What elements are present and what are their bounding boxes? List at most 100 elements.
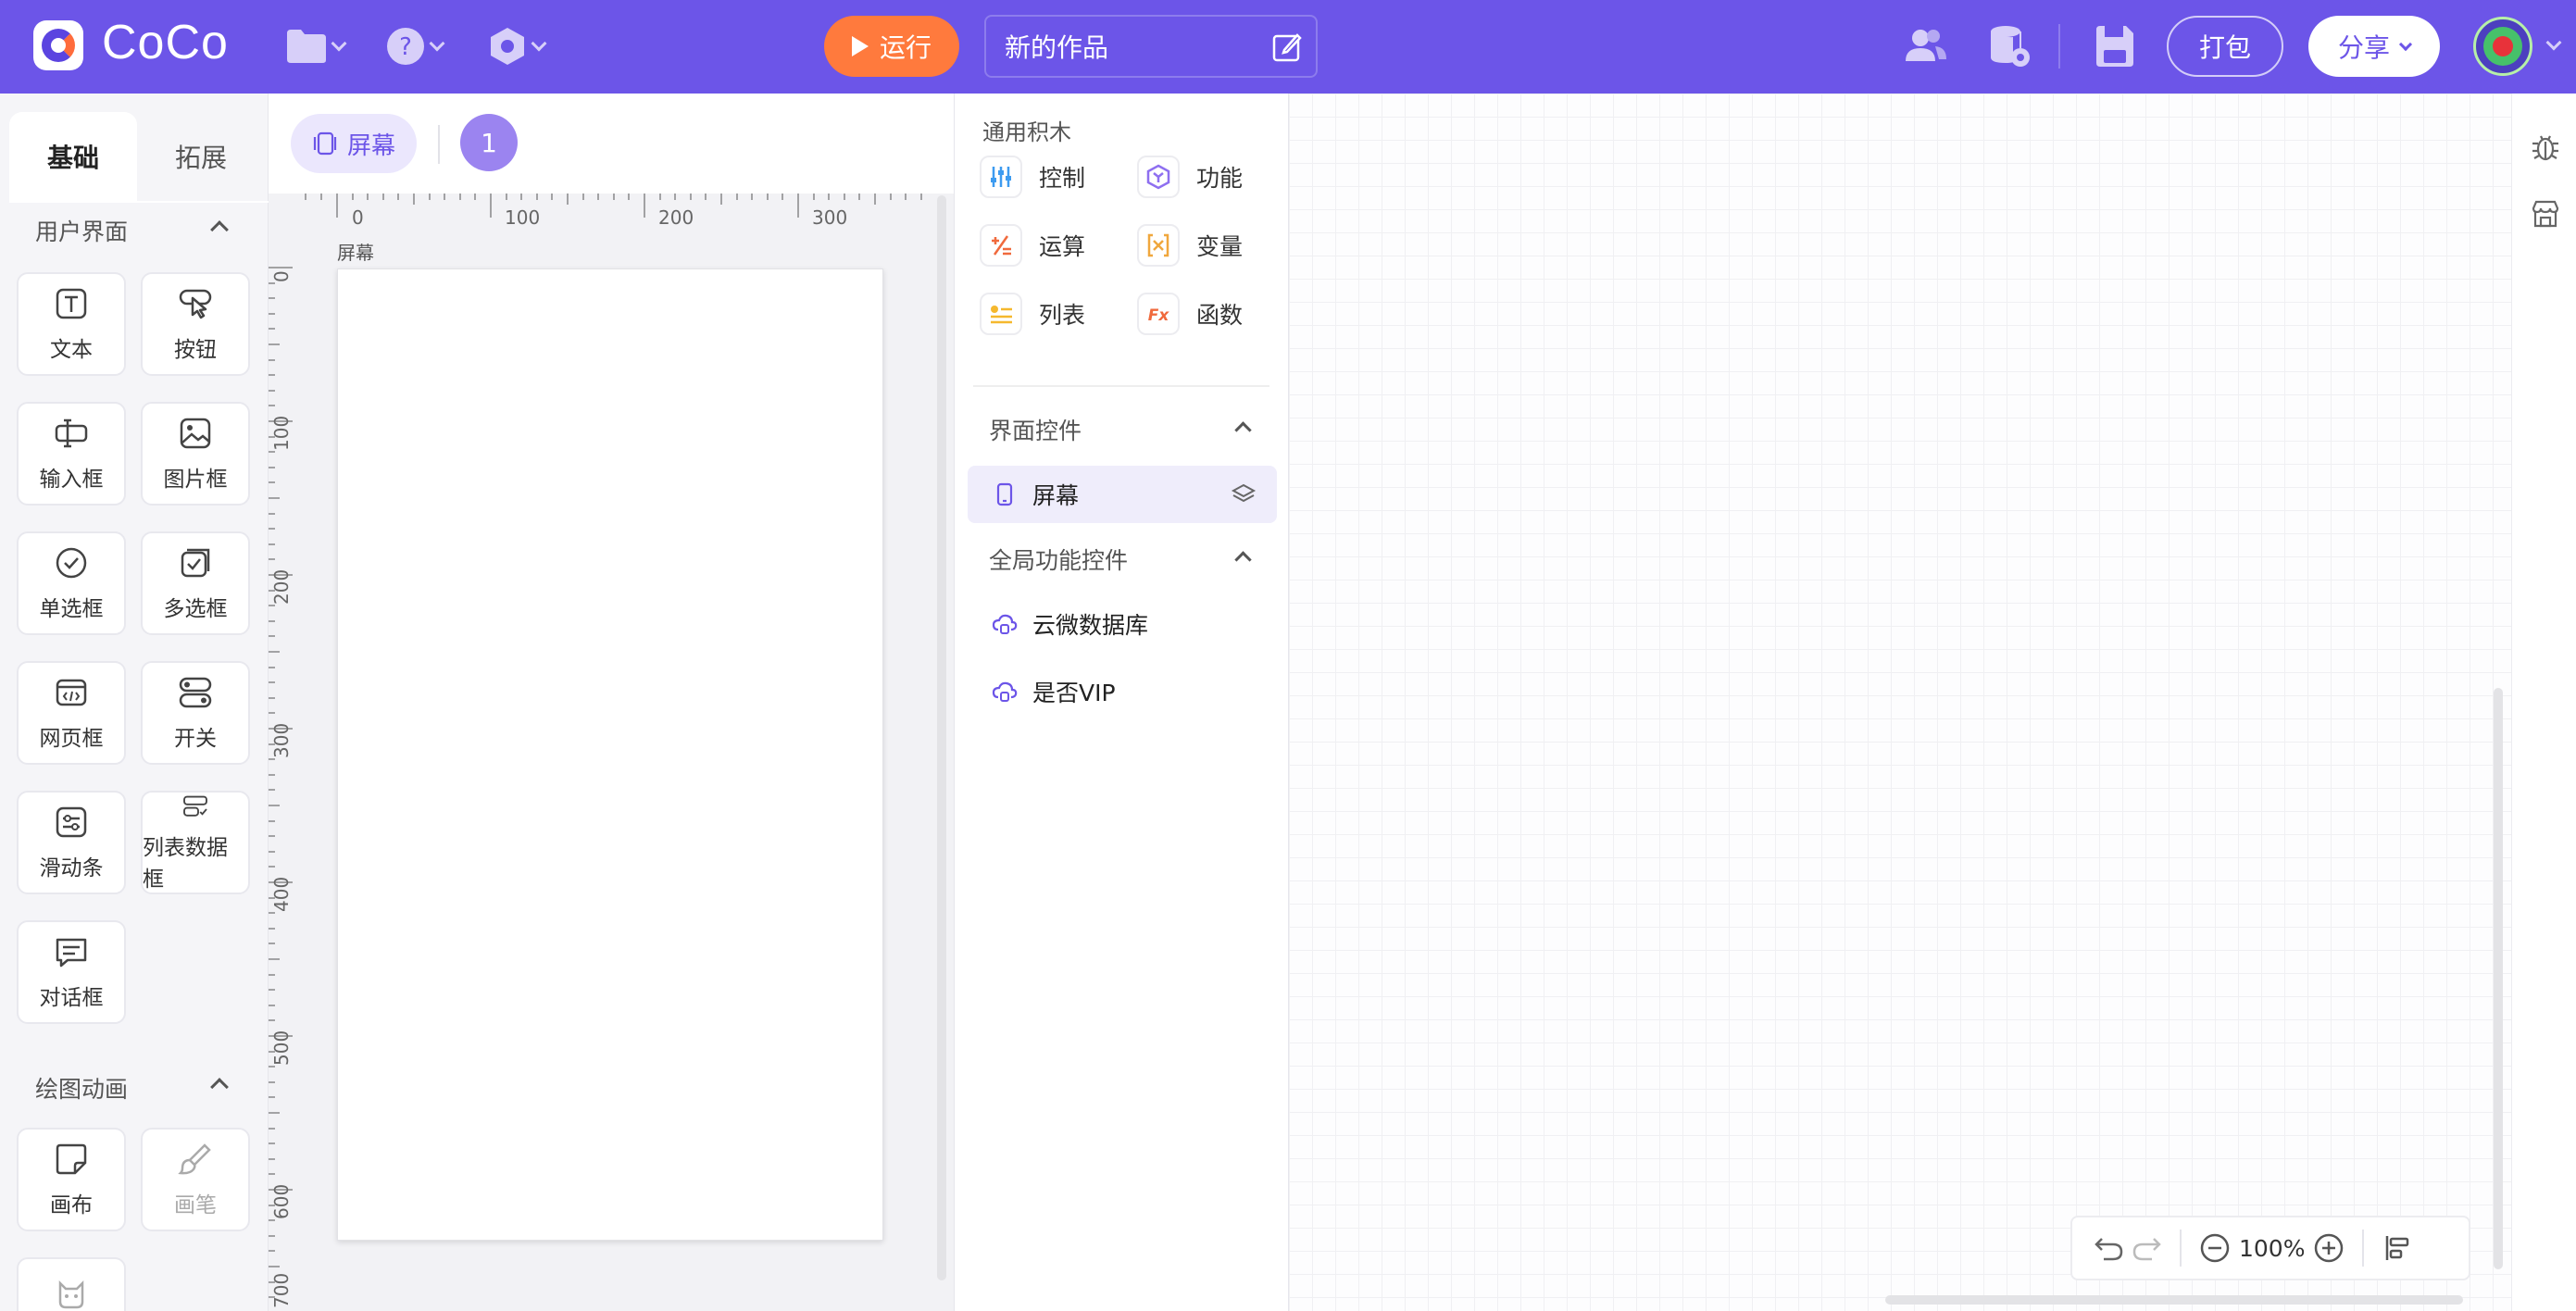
- svg-text:?: ?: [399, 33, 412, 61]
- project-title: 新的作品: [1005, 32, 1109, 63]
- topbar-divider: [2058, 24, 2060, 69]
- section-global-controls: 全局功能控件: [989, 547, 1129, 574]
- block-workspace[interactable]: 100%: [1289, 94, 2511, 1311]
- collaborators-icon[interactable]: [1902, 22, 1950, 70]
- variable-icon: [1147, 233, 1169, 257]
- project-title-field[interactable]: 新的作品: [984, 15, 1318, 78]
- zoom-in-icon[interactable]: [2310, 1230, 2347, 1267]
- editor-scrollbar[interactable]: [937, 195, 946, 1280]
- brand-name: CoCo: [102, 16, 229, 69]
- button-tap-icon: [179, 289, 212, 319]
- ui-item-screen[interactable]: 屏幕: [968, 466, 1277, 523]
- category-list[interactable]: 列表: [980, 293, 1085, 335]
- component-label: 多选框: [163, 597, 228, 621]
- folder-menu[interactable]: [285, 20, 347, 72]
- checkbox-icon: [181, 548, 210, 578]
- category-operator[interactable]: 运算: [980, 224, 1085, 267]
- debug-bug-icon[interactable]: [2529, 131, 2562, 164]
- workspace-vertical-scrollbar[interactable]: [2494, 688, 2503, 1269]
- canvas-icon: [56, 1143, 87, 1175]
- palette-tabs: 基础 拓展: [9, 112, 269, 201]
- component-input[interactable]: 输入框: [17, 402, 126, 506]
- component-list-data[interactable]: 列表数据框: [141, 791, 250, 894]
- component-image[interactable]: 图片框: [141, 402, 250, 506]
- component-dialog[interactable]: 对话框: [17, 920, 126, 1024]
- collapse-ui-icon[interactable]: [210, 220, 229, 239]
- database-settings-icon[interactable]: [1985, 22, 2033, 70]
- run-button[interactable]: 运行: [824, 16, 959, 77]
- settings-menu[interactable]: [487, 20, 547, 72]
- dialog-icon: [56, 938, 87, 968]
- component-label: 文本: [50, 338, 93, 362]
- zoom-out-icon[interactable]: [2196, 1230, 2233, 1267]
- component-label: 图片框: [163, 468, 228, 492]
- avatar-chevron-icon[interactable]: [2545, 34, 2562, 51]
- component-switch[interactable]: 开关: [141, 661, 250, 765]
- zoom-toolbar: 100%: [2070, 1216, 2470, 1280]
- redo-icon[interactable]: [2128, 1230, 2165, 1267]
- screen-count-badge[interactable]: 1: [460, 114, 518, 171]
- undo-icon[interactable]: [2091, 1230, 2128, 1267]
- component-slider[interactable]: 滑动条: [17, 791, 126, 894]
- collapse-draw-icon[interactable]: [210, 1078, 229, 1096]
- component-webview[interactable]: 网页框: [17, 661, 126, 765]
- operator-icon: [992, 235, 1011, 256]
- svg-text:Fx: Fx: [1148, 306, 1170, 325]
- collapse-global-controls-icon[interactable]: [1234, 551, 1252, 568]
- layers-icon[interactable]: [1231, 481, 1257, 507]
- category-label: 控制: [1039, 165, 1086, 192]
- list-icon: [991, 306, 1012, 324]
- align-left-icon[interactable]: [2379, 1230, 2416, 1267]
- component-sprite[interactable]: [17, 1257, 126, 1311]
- save-icon[interactable]: [2091, 22, 2139, 70]
- category-variable[interactable]: 变量: [1137, 224, 1243, 267]
- section-user-interface: 用户界面: [35, 218, 129, 245]
- component-palette: 基础 拓展 用户界面 文本 按钮 输入框 图片框 单选框 多选框 网页框 开关 …: [0, 94, 269, 1311]
- component-radio[interactable]: 单选框: [17, 531, 126, 635]
- component-text[interactable]: 文本: [17, 272, 126, 376]
- run-label: 运行: [879, 32, 932, 63]
- help-icon: ?: [387, 28, 424, 65]
- collapse-ui-controls-icon[interactable]: [1234, 421, 1252, 439]
- global-item-cloud-db[interactable]: 云微数据库: [968, 595, 1277, 653]
- category-function[interactable]: 功能: [1137, 156, 1243, 198]
- screen-chip[interactable]: 屏幕: [291, 114, 417, 173]
- global-item-label: 是否VIP: [1032, 680, 1116, 706]
- category-control[interactable]: 控制: [980, 156, 1085, 198]
- pack-button[interactable]: 打包: [2167, 16, 2283, 77]
- phone-screen-canvas[interactable]: [337, 268, 883, 1241]
- webview-icon: [56, 679, 87, 706]
- global-item-vip[interactable]: 是否VIP: [968, 663, 1277, 720]
- component-canvas[interactable]: 画布: [17, 1128, 126, 1231]
- ruler-tick-label: 400: [270, 876, 293, 912]
- fx-icon: Fx: [1148, 306, 1170, 325]
- category-fx[interactable]: Fx 函数: [1137, 293, 1243, 335]
- avatar[interactable]: [2473, 17, 2532, 76]
- right-rail: [2511, 94, 2576, 1311]
- component-button[interactable]: 按钮: [141, 272, 250, 376]
- ruler-tick-label: 300: [812, 206, 848, 229]
- workspace-horizontal-scrollbar[interactable]: [1885, 1295, 2463, 1305]
- component-checkbox[interactable]: 多选框: [141, 531, 250, 635]
- tab-basic[interactable]: 基础: [9, 112, 137, 201]
- component-label: 列表数据框: [143, 836, 228, 892]
- panel-divider: [973, 385, 1269, 387]
- control-icon: [991, 167, 1011, 187]
- store-icon[interactable]: [2529, 197, 2562, 231]
- brush-icon: [178, 1143, 211, 1175]
- section-draw-animation: 绘图动画: [35, 1076, 129, 1103]
- image-icon: [180, 418, 211, 449]
- edit-icon[interactable]: [1271, 31, 1303, 63]
- play-icon: [851, 36, 869, 56]
- component-brush[interactable]: 画笔: [141, 1128, 250, 1231]
- component-label: 滑动条: [39, 856, 104, 880]
- ruler-tick-label: 0: [270, 270, 293, 282]
- horizontal-ruler: 0 100 200 300: [269, 194, 954, 231]
- share-button[interactable]: 分享: [2308, 16, 2440, 77]
- component-label: 输入框: [39, 468, 104, 492]
- slider-icon: [56, 806, 87, 838]
- tab-extension[interactable]: 拓展: [137, 112, 265, 201]
- help-menu[interactable]: ?: [385, 20, 445, 72]
- ruler-tick-label: 100: [270, 415, 293, 451]
- global-item-label: 云微数据库: [1032, 612, 1149, 639]
